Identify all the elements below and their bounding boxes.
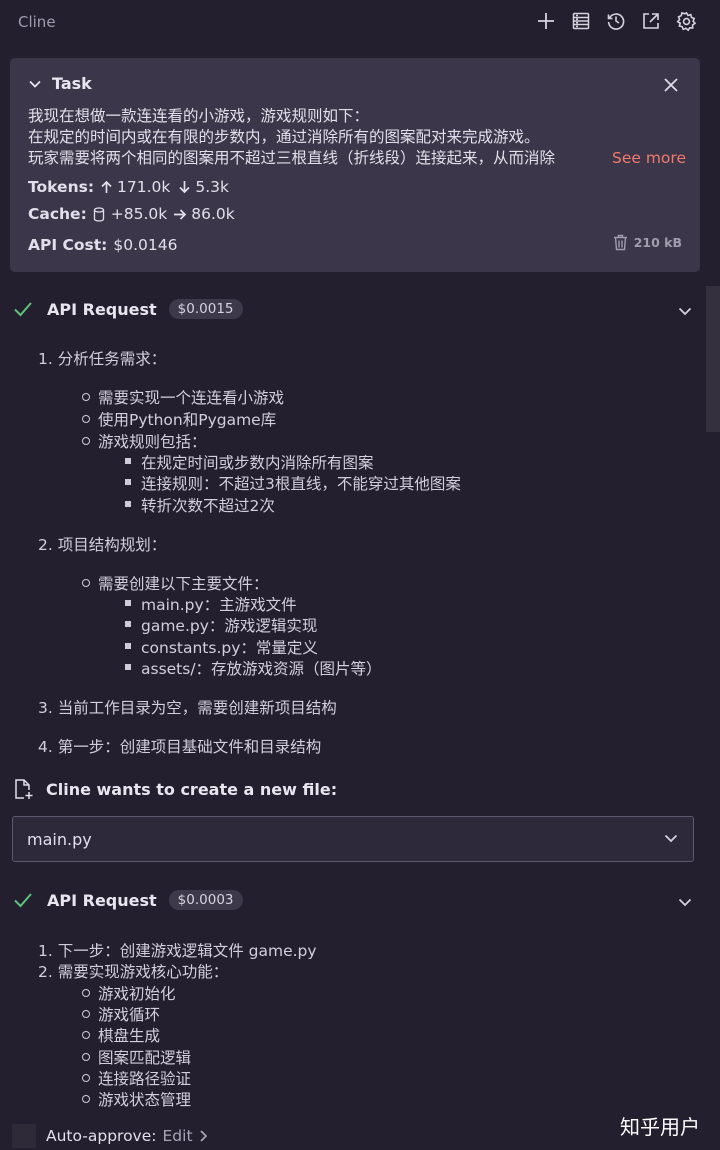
tokens-out: 5.3k (195, 178, 230, 196)
list-item: 2. 项目结构规划： (38, 536, 167, 554)
list-item: 1. 下一步：创建游戏逻辑文件 game.py (38, 942, 317, 960)
list-item: 连接路径验证 (81, 1067, 191, 1089)
scrollbar[interactable] (706, 286, 720, 432)
chevron-down-icon (29, 80, 41, 88)
check-icon (14, 302, 32, 317)
tokens-label: Tokens: (28, 178, 95, 196)
list-item: 2. 需要实现游戏核心功能： (38, 963, 229, 981)
external-link-icon[interactable] (639, 9, 663, 33)
list-item: 图案匹配逻辑 (81, 1046, 191, 1068)
watermark: 知乎用户 (620, 1115, 700, 1139)
api-request-title: API Request (47, 299, 157, 319)
api-cost-label: API Cost: (28, 236, 108, 254)
task-description: 我现在想做一款连连看的小游戏，游戏规则如下： 在规定的时间内或在有限的步数内，通… (28, 106, 688, 169)
auto-approve-edit-link[interactable]: Edit (163, 1127, 193, 1145)
plus-icon[interactable] (534, 9, 558, 33)
list-item: 游戏状态管理 (81, 1088, 191, 1110)
toolbar (534, 9, 698, 33)
list-item: 4. 第一步：创建项目基础文件和目录结构 (38, 738, 322, 756)
list-item: constants.py：常量定义 (125, 636, 318, 658)
list-item: 使用Python和Pygame库 (81, 408, 276, 430)
tokens-in: 171.0k (117, 178, 171, 196)
chevron-down-icon[interactable] (677, 894, 693, 910)
api-request-header[interactable]: API Request $0.0015 (13, 299, 703, 319)
list-item: 在规定时间或步数内消除所有图案 (125, 451, 374, 473)
task-size-value: 210 kB (633, 235, 682, 250)
chevron-down-icon[interactable] (663, 830, 679, 846)
list-item: 游戏循环 (81, 1003, 160, 1025)
list-item: 需要实现一个连连看小游戏 (81, 386, 284, 408)
cache-label: Cache: (28, 205, 87, 223)
database-icon (93, 206, 104, 222)
check-icon (14, 893, 32, 908)
arrow-down-icon (179, 181, 190, 194)
list-item: 1. 分析任务需求： (38, 350, 167, 368)
list-item: 转折次数不超过2次 (125, 494, 275, 516)
cache-read: 86.0k (191, 205, 235, 223)
list-item: 连接规则：不超过3根直线，不能穿过其他图案 (125, 472, 461, 494)
list-item: 3. 当前工作目录为空，需要创建新项目结构 (38, 699, 337, 717)
history-list-icon[interactable] (569, 9, 593, 33)
history-clock-icon[interactable] (604, 9, 628, 33)
arrow-up-icon (101, 180, 112, 193)
create-file-header: Cline wants to create a new file: (12, 778, 337, 800)
chevron-down-icon[interactable] (677, 303, 693, 319)
task-line: 玩家需要将两个相同的图案用不超过三根直线（折线段）连接起来，从而消除 (28, 149, 556, 167)
task-size: 210 kB (613, 234, 682, 251)
trash-icon[interactable] (613, 234, 628, 251)
cache-write: +85.0k (110, 205, 168, 223)
file-path-box[interactable]: main.py (12, 816, 694, 862)
auto-approve-bar: Auto-approve: Edit (12, 1124, 209, 1148)
list-item: assets/：存放游戏资源（图片等） (125, 657, 382, 679)
see-more-link[interactable]: See more (612, 149, 686, 167)
chevron-right-icon[interactable] (199, 1129, 209, 1143)
task-label: Task (52, 74, 92, 93)
list-item: 棋盘生成 (81, 1024, 160, 1046)
arrow-right-icon (174, 208, 187, 220)
list-item: main.py：主游戏文件 (125, 593, 297, 615)
api-request-header[interactable]: API Request $0.0003 (13, 890, 703, 910)
task-line: 我现在想做一款连连看的小游戏，游戏规则如下： (28, 107, 370, 125)
list-item: 游戏规则包括： (82, 430, 207, 452)
close-icon[interactable] (660, 74, 682, 96)
api-request-title: API Request (47, 890, 157, 910)
cache-stat: Cache: +85.0k 86.0k (28, 205, 235, 223)
file-name: main.py (27, 830, 92, 849)
auto-approve-label: Auto-approve: (46, 1127, 157, 1145)
list-item: game.py：游戏逻辑实现 (124, 614, 317, 636)
api-cost-stat: API Cost: $0.0146 (28, 236, 178, 254)
top-bar: Cline (0, 0, 720, 44)
task-line: 在规定的时间内或在有限的步数内，通过消除所有的图案配对来完成游戏。 (28, 128, 540, 146)
task-header[interactable]: Task (28, 74, 92, 93)
task-card: Task 我现在想做一款连连看的小游戏，游戏规则如下： 在规定的时间内或在有限的… (10, 58, 700, 272)
api-cost-value: $0.0146 (113, 236, 178, 254)
gear-icon[interactable] (674, 9, 698, 33)
cost-badge: $0.0003 (168, 890, 243, 910)
list-item: 需要创建以下主要文件： (82, 572, 269, 594)
auto-approve-checkbox[interactable] (12, 1124, 36, 1148)
list-item: 游戏初始化 (82, 982, 176, 1004)
app-title: Cline (18, 13, 56, 31)
create-file-label: Cline wants to create a new file: (46, 779, 338, 799)
tokens-stat: Tokens: 171.0k 5.3k (28, 178, 229, 196)
cost-badge: $0.0015 (168, 299, 243, 319)
new-file-icon (15, 779, 33, 799)
